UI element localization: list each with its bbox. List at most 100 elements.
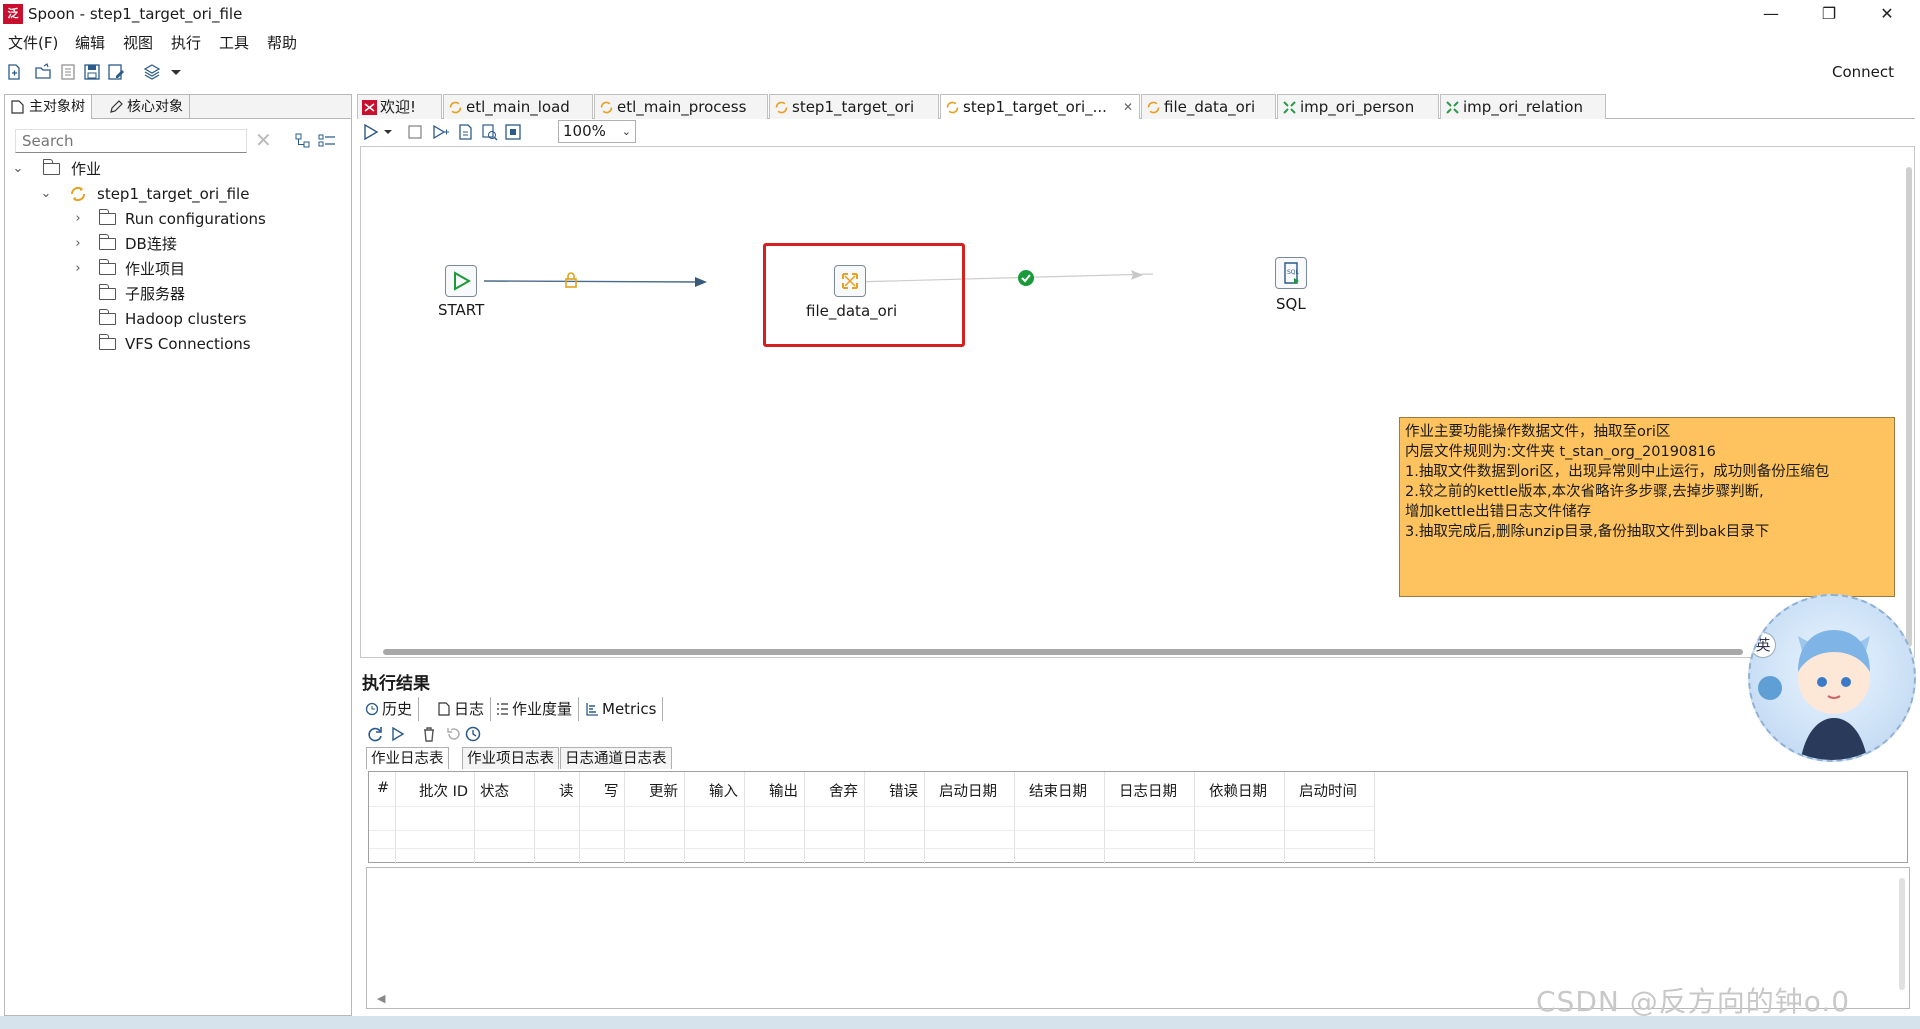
- tab-label: Metrics: [602, 700, 657, 718]
- ime-badge[interactable]: 英: [1750, 632, 1776, 658]
- column-header-output[interactable]: 输出: [769, 780, 798, 801]
- run-dropdown-icon[interactable]: [382, 123, 394, 141]
- menu-edit[interactable]: 编辑: [75, 32, 105, 53]
- stop-icon[interactable]: [406, 123, 424, 141]
- menu-run[interactable]: 执行: [171, 32, 201, 53]
- history-clock-icon[interactable]: [464, 725, 482, 743]
- column-header-dependency-date[interactable]: 依赖日期: [1209, 780, 1267, 801]
- connect-button[interactable]: Connect: [1832, 63, 1894, 81]
- chevron-right-icon[interactable]: ›: [71, 232, 85, 256]
- close-tab-icon[interactable]: ✕: [1123, 95, 1133, 119]
- save-icon[interactable]: [82, 62, 102, 82]
- menu-file[interactable]: 文件(F): [8, 32, 58, 53]
- tab-channel-log-table[interactable]: 日志通道日志表: [560, 747, 672, 769]
- menu-view[interactable]: 视图: [123, 32, 153, 53]
- vertical-scrollbar[interactable]: [1899, 878, 1905, 990]
- tab-imp-ori-person[interactable]: imp_ori_person: [1277, 94, 1439, 119]
- column-header-end-date[interactable]: 结束日期: [1029, 780, 1087, 801]
- scroll-left-icon[interactable]: ◀: [377, 992, 385, 1005]
- expand-all-icon[interactable]: [295, 133, 311, 149]
- replay-icon[interactable]: [390, 725, 408, 743]
- run-icon[interactable]: [362, 123, 380, 141]
- tab-file-data-ori[interactable]: file_data_ori: [1141, 94, 1276, 119]
- column-header-index[interactable]: #: [377, 780, 389, 796]
- column-header-log-date[interactable]: 日志日期: [1119, 780, 1177, 801]
- tab-job-entry-log-table[interactable]: 作业项日志表: [462, 747, 559, 769]
- tab-imp-ori-relation[interactable]: imp_ori_relation: [1440, 94, 1606, 119]
- tab-label: imp_ori_relation: [1463, 98, 1583, 116]
- horizontal-scrollbar[interactable]: [383, 649, 1743, 655]
- note-box[interactable]: 作业主要功能操作数据文件，抽取至ori区 内层文件规则为:文件夹 t_stan_…: [1399, 417, 1895, 597]
- tab-welcome[interactable]: 欢迎!: [357, 94, 442, 119]
- job-icon: [775, 101, 788, 114]
- column-header-write[interactable]: 写: [604, 780, 619, 801]
- chevron-right-icon[interactable]: ›: [71, 207, 85, 231]
- open-file-icon[interactable]: [33, 62, 53, 82]
- save-as-icon[interactable]: [106, 62, 126, 82]
- tab-job-metrics[interactable]: 作业度量: [492, 697, 580, 721]
- column-header-status[interactable]: 状态: [480, 780, 509, 801]
- new-file-icon[interactable]: [4, 62, 24, 82]
- file-data-ori-node[interactable]: [834, 265, 866, 297]
- tab-step1-target-ori-file[interactable]: step1_target_ori_... ✕: [940, 94, 1140, 119]
- tree-item-label: DB连接: [125, 235, 177, 253]
- column-header-rejected[interactable]: 舍弃: [829, 780, 858, 801]
- tree-item-label: Hadoop clusters: [125, 310, 247, 328]
- tab-label: 历史: [382, 700, 413, 718]
- clear-search-icon[interactable]: ✕: [255, 128, 272, 152]
- job-icon: [1147, 101, 1160, 114]
- folder-icon: [98, 284, 116, 300]
- job-icon: [70, 186, 86, 202]
- column-header-start-date[interactable]: 启动日期: [939, 780, 997, 801]
- chevron-right-icon[interactable]: ›: [71, 257, 85, 281]
- tab-job-log-table[interactable]: 作业日志表: [366, 747, 449, 769]
- tab-etl-main-load[interactable]: etl_main_load: [443, 94, 593, 119]
- sql-generate-icon[interactable]: [504, 123, 522, 141]
- column-header-update[interactable]: 更新: [649, 780, 678, 801]
- restore-button[interactable]: ❐: [1806, 0, 1852, 28]
- search-input[interactable]: [15, 129, 247, 153]
- menu-help[interactable]: 帮助: [267, 32, 297, 53]
- tab-etl-main-process[interactable]: etl_main_process: [594, 94, 768, 119]
- chevron-down-icon[interactable]: ⌄: [39, 182, 53, 206]
- explore-repository-icon[interactable]: [58, 62, 78, 82]
- sql-node[interactable]: SQL: [1275, 257, 1307, 289]
- column-header-input[interactable]: 输入: [709, 780, 738, 801]
- verify-icon[interactable]: [456, 123, 474, 141]
- layers-dropdown-icon[interactable]: [166, 62, 186, 82]
- zoom-select[interactable]: 100% ⌄: [558, 120, 636, 143]
- collapse-all-icon[interactable]: [318, 133, 336, 149]
- tree-item-label: Run configurations: [125, 210, 266, 228]
- tab-main-tree[interactable]: 主对象树: [5, 95, 92, 119]
- impact-analysis-icon[interactable]: [480, 123, 498, 141]
- refresh-icon[interactable]: [366, 725, 384, 743]
- column-header-errors[interactable]: 错误: [889, 780, 918, 801]
- start-node[interactable]: [445, 265, 477, 297]
- undo-icon[interactable]: [444, 725, 462, 743]
- tab-log[interactable]: 日志: [434, 697, 492, 721]
- folder-icon: [98, 309, 116, 325]
- tab-core-objects[interactable]: 核心对象: [103, 95, 190, 119]
- tab-step1-target-ori[interactable]: step1_target_ori: [769, 94, 939, 119]
- column-header-read[interactable]: 读: [559, 780, 574, 801]
- vertical-scrollbar[interactable]: [1906, 167, 1912, 647]
- replay-icon[interactable]: [432, 123, 450, 141]
- note-line: 2.较之前的kettle版本,本次省略许多步骤,去掉步骤判断,: [1405, 484, 1764, 500]
- chevron-down-icon[interactable]: ⌄: [11, 157, 25, 181]
- note-line: 1.抽取文件数据到ori区，出现异常则中止运行，成功则备份压缩包: [1405, 464, 1830, 480]
- job-canvas[interactable]: START file_data_ori SQL SQL 作业主要功能操作数据文件…: [360, 146, 1915, 658]
- layers-icon[interactable]: [142, 62, 162, 82]
- tree-item-label: 作业: [71, 160, 102, 178]
- close-window-button[interactable]: ✕: [1864, 0, 1910, 28]
- delete-icon[interactable]: [420, 725, 438, 743]
- column-header-start-time[interactable]: 启动时间: [1299, 780, 1357, 801]
- tab-history[interactable]: 历史: [362, 697, 420, 721]
- column-header-batch-id[interactable]: 批次 ID: [419, 780, 468, 801]
- left-panel: 主对象树 核心对象 ✕ ⌄ 作业 ⌄ step1_target_ori_file…: [4, 94, 352, 1016]
- minimize-button[interactable]: —: [1748, 0, 1794, 28]
- mascot-avatar[interactable]: 英: [1748, 594, 1916, 762]
- start-node-label: START: [438, 301, 485, 319]
- menu-tools[interactable]: 工具: [219, 32, 249, 53]
- tab-metrics[interactable]: Metrics: [582, 697, 664, 721]
- success-check-icon: [1018, 270, 1034, 286]
